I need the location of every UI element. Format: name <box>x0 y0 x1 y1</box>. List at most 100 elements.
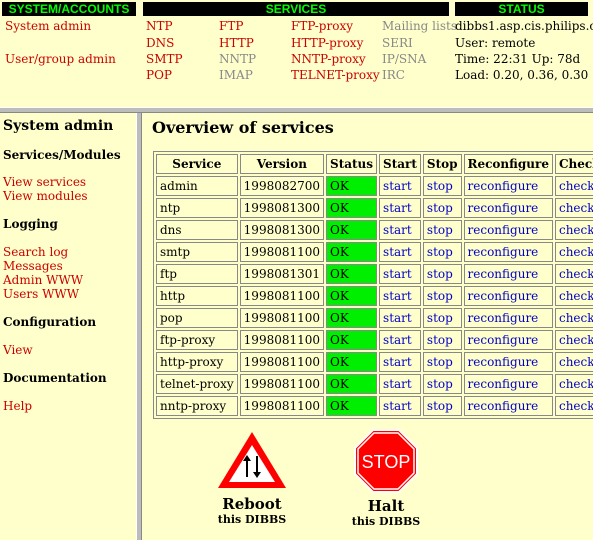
column-header-stop: Stop <box>422 154 462 174</box>
halt-action[interactable]: STOP Halt this DIBBS <box>346 428 426 528</box>
top-bar: SYSTEM/ACCOUNTS SERVICES STATUS System a… <box>0 0 593 107</box>
nav-mailing-lists[interactable]: Mailing lists <box>382 19 457 33</box>
start-link[interactable]: start <box>379 286 421 306</box>
reboot-sublabel: this DIBBS <box>217 513 287 526</box>
service-name-cell: nntp-proxy <box>156 396 238 416</box>
table-row: ntp 1998081300 OK start stop reconfigure check <box>156 198 593 218</box>
sidebar-link-view[interactable]: View <box>3 343 33 357</box>
stop-link[interactable]: stop <box>422 286 462 306</box>
stop-link[interactable]: stop <box>422 264 462 284</box>
warning-triangle-icon[interactable] <box>216 428 288 492</box>
reconfigure-link[interactable]: reconfigure <box>463 264 553 284</box>
stop-link[interactable]: stop <box>422 374 462 394</box>
header-system-accounts: SYSTEM/ACCOUNTS <box>2 2 136 16</box>
status-time-uptime: Time: 22:31 Up: 78d <box>455 52 581 66</box>
service-name-cell: http-proxy <box>156 352 238 372</box>
check-link[interactable]: check <box>554 352 593 372</box>
sidebar-group-configuration: Configuration <box>3 315 97 329</box>
nav-irc[interactable]: IRC <box>382 68 405 82</box>
stop-sign-icon[interactable]: STOP <box>353 428 419 494</box>
halt-label[interactable]: Halt <box>346 497 426 515</box>
sidebar-link-users-www[interactable]: Users WWW <box>3 287 79 301</box>
stop-link[interactable]: stop <box>422 176 462 196</box>
status-ok-cell: OK <box>326 352 378 372</box>
stop-link[interactable]: stop <box>422 330 462 350</box>
status-ok-cell: OK <box>326 264 378 284</box>
nav-nntp-proxy[interactable]: NNTP-proxy <box>291 52 366 66</box>
nav-user-group-admin[interactable]: User/group admin <box>5 52 116 66</box>
sidebar-link-search-log[interactable]: Search log <box>3 245 68 259</box>
reconfigure-link[interactable]: reconfigure <box>463 242 553 262</box>
column-header-status: Status <box>326 154 378 174</box>
reconfigure-link[interactable]: reconfigure <box>463 198 553 218</box>
nav-http-proxy[interactable]: HTTP-proxy <box>291 36 363 50</box>
reconfigure-link[interactable]: reconfigure <box>463 352 553 372</box>
start-link[interactable]: start <box>379 264 421 284</box>
nav-imap[interactable]: IMAP <box>219 68 253 82</box>
version-cell: 1998081100 <box>239 374 325 394</box>
nav-ntp[interactable]: NTP <box>146 19 173 33</box>
check-link[interactable]: check <box>554 264 593 284</box>
check-link[interactable]: check <box>554 220 593 240</box>
check-link[interactable]: check <box>554 330 593 350</box>
start-link[interactable]: start <box>379 198 421 218</box>
check-link[interactable]: check <box>554 176 593 196</box>
start-link[interactable]: start <box>379 308 421 328</box>
start-link[interactable]: start <box>379 352 421 372</box>
stop-link[interactable]: stop <box>422 220 462 240</box>
sidebar-link-admin-www[interactable]: Admin WWW <box>3 273 83 287</box>
stop-link[interactable]: stop <box>422 352 462 372</box>
status-ok-cell: OK <box>326 286 378 306</box>
stop-link[interactable]: stop <box>422 396 462 416</box>
sidebar-link-view-modules[interactable]: View modules <box>3 189 88 203</box>
status-ok-cell: OK <box>326 374 378 394</box>
nav-pop[interactable]: POP <box>146 68 172 82</box>
reconfigure-link[interactable]: reconfigure <box>463 330 553 350</box>
stop-link[interactable]: stop <box>422 242 462 262</box>
version-cell: 1998081300 <box>239 198 325 218</box>
check-link[interactable]: check <box>554 374 593 394</box>
stop-link[interactable]: stop <box>422 308 462 328</box>
start-link[interactable]: start <box>379 396 421 416</box>
nav-http[interactable]: HTTP <box>219 36 254 50</box>
reconfigure-link[interactable]: reconfigure <box>463 374 553 394</box>
reboot-label[interactable]: Reboot <box>212 495 292 513</box>
reconfigure-link[interactable]: reconfigure <box>463 396 553 416</box>
nav-system-admin[interactable]: System admin <box>5 19 91 33</box>
sidebar-link-messages[interactable]: Messages <box>3 259 63 273</box>
service-name-cell: http <box>156 286 238 306</box>
reboot-action[interactable]: Reboot this DIBBS <box>212 428 292 526</box>
nav-telnet-proxy[interactable]: TELNET-proxy <box>291 68 380 82</box>
check-link[interactable]: check <box>554 286 593 306</box>
check-link[interactable]: check <box>554 198 593 218</box>
start-link[interactable]: start <box>379 330 421 350</box>
table-row: http 1998081100 OK start stop reconfigure chec… <box>156 286 593 306</box>
sidebar-link-view-services[interactable]: View services <box>3 175 86 189</box>
stop-link[interactable]: stop <box>422 198 462 218</box>
nav-ftp-proxy[interactable]: FTP-proxy <box>291 19 353 33</box>
start-link[interactable]: start <box>379 220 421 240</box>
status-ok-cell: OK <box>326 330 378 350</box>
start-link[interactable]: start <box>379 242 421 262</box>
nav-seri[interactable]: SERI <box>382 36 413 50</box>
table-row: pop 1998081100 OK start stop reconfigure check <box>156 308 593 328</box>
reconfigure-link[interactable]: reconfigure <box>463 220 553 240</box>
check-link[interactable]: check <box>554 242 593 262</box>
nav-smtp[interactable]: SMTP <box>146 52 183 66</box>
nav-ftp[interactable]: FTP <box>219 19 243 33</box>
nav-dns[interactable]: DNS <box>146 36 174 50</box>
reconfigure-link[interactable]: reconfigure <box>463 176 553 196</box>
reconfigure-link[interactable]: reconfigure <box>463 286 553 306</box>
status-hostname: dibbs1.asp.cis.philips.com <box>455 19 593 33</box>
column-header-check: Check <box>554 154 593 174</box>
check-link[interactable]: check <box>554 308 593 328</box>
start-link[interactable]: start <box>379 374 421 394</box>
sidebar-link-help[interactable]: Help <box>3 399 32 413</box>
reconfigure-link[interactable]: reconfigure <box>463 308 553 328</box>
service-name-cell: pop <box>156 308 238 328</box>
start-link[interactable]: start <box>379 176 421 196</box>
check-link[interactable]: check <box>554 396 593 416</box>
nav-ip-sna[interactable]: IP/SNA <box>382 52 426 66</box>
column-header-start: Start <box>379 154 421 174</box>
nav-nntp[interactable]: NNTP <box>219 52 256 66</box>
